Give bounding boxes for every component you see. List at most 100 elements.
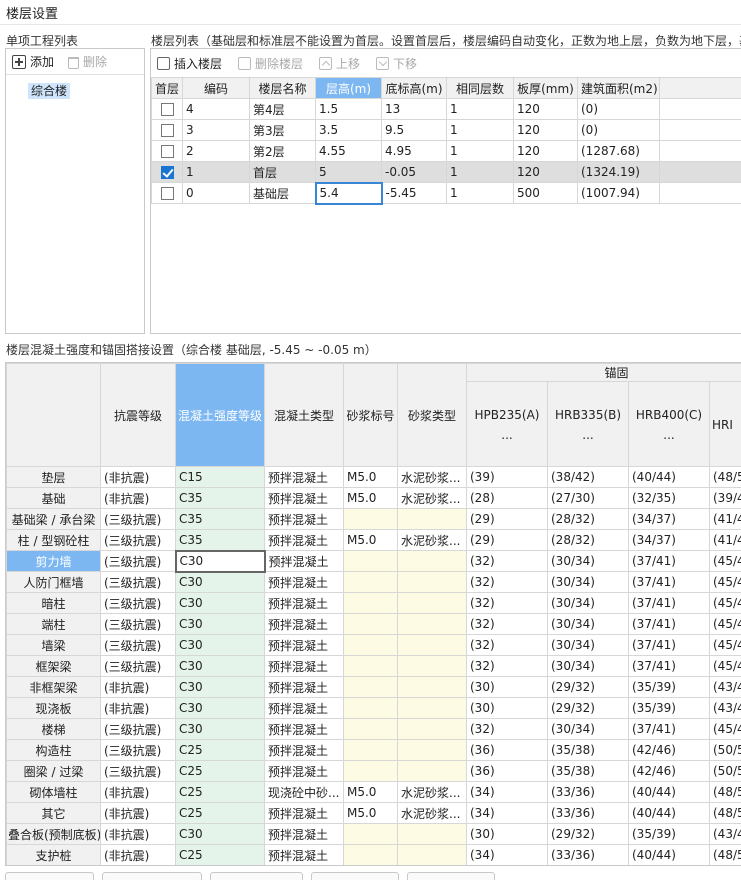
mortar-type[interactable] — [397, 760, 467, 782]
mortar-type[interactable] — [397, 697, 467, 719]
anchor-hrb-cut[interactable]: (45/4 — [708, 613, 741, 635]
concrete-type[interactable]: 预拌混凝土 — [264, 739, 344, 761]
floor-slab[interactable]: 120 — [513, 140, 578, 162]
anchor-hpb235[interactable]: (29) — [466, 529, 548, 551]
concrete-grade[interactable]: C15 — [175, 466, 265, 488]
mortar-grade[interactable] — [343, 676, 398, 698]
concrete-row[interactable]: 人防门框墙 (三级抗震) C30 预拌混凝土 (32) (30/34) (37/41) (45… — [6, 571, 741, 593]
col-mortar-type[interactable]: 砂浆类型 — [397, 363, 467, 467]
col-hrb-cut[interactable]: HRI — [708, 381, 741, 467]
anchor-hpb235[interactable]: (34) — [466, 802, 548, 824]
anchor-hrb335[interactable]: (29/32) — [547, 676, 629, 698]
mortar-grade[interactable]: M5.0 — [343, 529, 398, 551]
move-up-button[interactable]: 上移 — [319, 55, 360, 72]
concrete-type[interactable]: 预拌混凝土 — [264, 823, 344, 845]
anchor-hrb-cut[interactable]: (45/4 — [708, 634, 741, 656]
concrete-row[interactable]: 基础梁 / 承台梁 (三级抗震) C35 预拌混凝土 (29) (28/32) (34/37… — [6, 508, 741, 530]
mortar-grade[interactable]: M5.0 — [343, 487, 398, 509]
mortar-type[interactable]: 水泥砂浆... — [397, 487, 467, 509]
anchor-hrb335[interactable]: (30/34) — [547, 592, 629, 614]
mortar-type[interactable] — [397, 823, 467, 845]
anchor-hrb400[interactable]: (37/41) — [628, 592, 710, 614]
mortar-grade[interactable] — [343, 718, 398, 740]
seismic-grade[interactable]: (非抗震) — [100, 676, 176, 698]
seismic-grade[interactable]: (三级抗震) — [100, 634, 176, 656]
col-hpb235[interactable]: HPB235(A) ... — [466, 381, 548, 467]
mortar-grade[interactable] — [343, 634, 398, 656]
floor-height-editing[interactable]: 5.4 — [314, 181, 383, 205]
anchor-hrb400[interactable]: (34/37) — [628, 508, 710, 530]
anchor-hpb235[interactable]: (29) — [466, 508, 548, 530]
anchor-hrb-cut[interactable]: (45/4 — [708, 592, 741, 614]
concrete-type[interactable]: 预拌混凝土 — [264, 508, 344, 530]
seismic-grade[interactable]: (非抗震) — [100, 823, 176, 845]
seismic-grade[interactable]: (三级抗震) — [100, 571, 176, 593]
floor-row[interactable]: 2 第2层 4.55 4.95 1 120 (1287.68) — [151, 140, 741, 162]
anchor-hrb400[interactable]: (32/35) — [628, 487, 710, 509]
concrete-grade[interactable]: C25 — [175, 760, 265, 782]
floor-row-selected[interactable]: 1 首层 5 -0.05 1 120 (1324.19) — [151, 161, 741, 183]
anchor-hrb335[interactable]: (38/42) — [547, 466, 629, 488]
mortar-type[interactable] — [397, 718, 467, 740]
seismic-grade[interactable]: (三级抗震) — [100, 613, 176, 635]
col-concrete-grade[interactable]: 混凝土强度等级 — [175, 363, 265, 467]
anchor-hrb335[interactable]: (35/38) — [547, 760, 629, 782]
anchor-hpb235[interactable]: (32) — [466, 613, 548, 635]
col-slab-thickness[interactable]: 板厚(mm) — [513, 77, 578, 99]
anchor-hrb-cut[interactable]: (48/5 — [708, 781, 741, 803]
first-floor-checkbox[interactable] — [160, 187, 174, 200]
floor-base[interactable]: 9.5 — [381, 119, 447, 141]
bottom-button-3[interactable] — [210, 872, 303, 880]
bottom-button-5[interactable] — [407, 872, 495, 880]
anchor-hrb335[interactable]: (30/34) — [547, 613, 629, 635]
anchor-hrb-cut[interactable]: (43/4 — [708, 823, 741, 845]
anchor-hrb-cut[interactable]: (45/4 — [708, 718, 741, 740]
floor-row[interactable]: 0 基础层 5.4 -5.45 1 500 (1007.94) — [151, 181, 741, 205]
concrete-type[interactable]: 预拌混凝土 — [264, 466, 344, 488]
anchor-hrb335[interactable]: (29/32) — [547, 697, 629, 719]
mortar-grade[interactable]: M5.0 — [343, 802, 398, 824]
col-mortar-grade[interactable]: 砂浆标号 — [343, 363, 398, 467]
anchor-hrb335[interactable]: (33/36) — [547, 802, 629, 824]
mortar-type[interactable]: 水泥砂浆... — [397, 529, 467, 551]
seismic-grade[interactable]: (非抗震) — [100, 802, 176, 824]
floor-code[interactable]: 4 — [182, 98, 250, 120]
anchor-hrb335[interactable]: (29/32) — [547, 823, 629, 845]
concrete-type[interactable]: 预拌混凝土 — [264, 634, 344, 656]
floor-name[interactable]: 第4层 — [249, 98, 316, 120]
mortar-type[interactable] — [397, 571, 467, 593]
floor-name[interactable]: 首层 — [249, 161, 316, 183]
mortar-grade[interactable] — [343, 508, 398, 530]
anchor-hrb-cut[interactable]: (50/5 — [708, 739, 741, 761]
mortar-type[interactable]: 水泥砂浆... — [397, 466, 467, 488]
anchor-hrb-cut[interactable]: (39/4 — [708, 487, 741, 509]
floor-name[interactable]: 第3层 — [249, 119, 316, 141]
floor-same[interactable]: 1 — [446, 161, 514, 183]
col-floor-height[interactable]: 层高(m) — [315, 77, 382, 99]
seismic-grade[interactable]: (三级抗震) — [100, 760, 176, 782]
concrete-grade[interactable]: C30 — [175, 676, 265, 698]
concrete-grade[interactable]: C30 — [174, 549, 266, 573]
floor-name[interactable]: 基础层 — [249, 182, 316, 204]
concrete-grade[interactable]: C35 — [175, 529, 265, 551]
concrete-grade[interactable]: C25 — [175, 781, 265, 803]
concrete-row[interactable]: 现浇板(非抗震)C30预拌混凝土 (30)(29/32)(35/39)(43/4 — [6, 697, 741, 719]
concrete-grade[interactable]: C30 — [175, 697, 265, 719]
floor-code[interactable]: 0 — [182, 182, 250, 204]
mortar-grade[interactable] — [343, 697, 398, 719]
concrete-type[interactable]: 预拌混凝土 — [264, 718, 344, 740]
concrete-row[interactable]: 其它 (非抗震) C25 预拌混凝土 M5.0 水泥砂浆... (34) (33/36) (40… — [6, 802, 741, 824]
floor-same[interactable]: 1 — [446, 140, 514, 162]
mortar-grade[interactable] — [343, 571, 398, 593]
mortar-grade[interactable] — [343, 844, 398, 865]
anchor-hrb335[interactable]: (35/38) — [547, 739, 629, 761]
concrete-row[interactable]: 端柱(三级抗震)C30预拌混凝土 (32)(30/34)(37/41)(45/4 — [6, 613, 741, 635]
concrete-row[interactable]: 剪力墙(三级抗震)C30预拌混凝土 (32)(30/34)(37/41)(45/4 — [6, 549, 741, 573]
anchor-hrb400[interactable]: (37/41) — [628, 718, 710, 740]
anchor-hrb335[interactable]: (30/34) — [547, 718, 629, 740]
first-floor-checkbox-checked[interactable] — [160, 166, 174, 179]
anchor-hrb400[interactable]: (37/41) — [628, 634, 710, 656]
col-hrb400[interactable]: HRB400(C) ... — [628, 381, 710, 467]
concrete-row[interactable]: 砌体墙柱 (非抗震) C25 现浇砼中砂... M5.0 水泥砂浆... (34) (33/3… — [6, 781, 741, 803]
anchor-hpb235[interactable]: (30) — [466, 697, 548, 719]
